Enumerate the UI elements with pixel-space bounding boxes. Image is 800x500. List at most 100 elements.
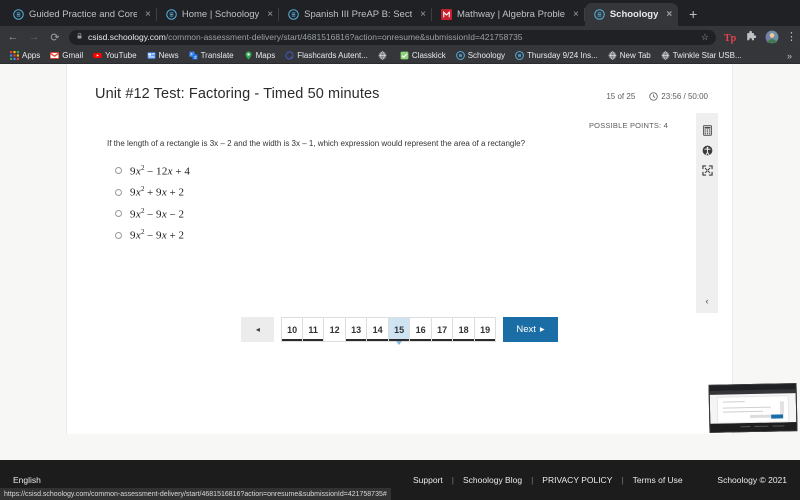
bookmark-schoology[interactable]: Schoology xyxy=(451,51,510,60)
bookmark-label: Classkick xyxy=(411,51,446,60)
bookmark-label: Schoology xyxy=(467,51,506,60)
pagination-page-10[interactable]: 10 xyxy=(281,317,303,342)
assessment-timer: 23:56 / 50:00 xyxy=(649,92,708,101)
schoology-icon xyxy=(166,9,177,20)
tp-extension-icon[interactable]: Tp xyxy=(723,30,737,44)
gmail-icon xyxy=(49,51,60,60)
bookmark-twinkle-star-usb[interactable]: Twinkle Star USB... xyxy=(656,51,747,60)
tab-close-icon[interactable]: × xyxy=(420,9,426,20)
bookmark-thursday-ins[interactable]: Thursday 9/24 Ins... xyxy=(510,51,603,60)
classkick-icon xyxy=(400,51,409,60)
tab-close-icon[interactable]: × xyxy=(267,9,273,20)
pagination-page-14[interactable]: 14 xyxy=(367,317,389,342)
bookmark-translate[interactable]: A文 Translate xyxy=(184,51,239,60)
bookmark-label: Gmail xyxy=(62,51,84,60)
bookmarks-overflow-icon[interactable]: » xyxy=(787,51,795,61)
globe-icon xyxy=(378,51,387,60)
bookmark-label: YouTube xyxy=(105,51,137,60)
timer-text: 23:56 / 50:00 xyxy=(661,92,708,101)
pagination-page-13[interactable]: 13 xyxy=(345,317,368,342)
radio-button[interactable] xyxy=(115,210,122,218)
bookmark-apps[interactable]: Apps xyxy=(5,51,45,60)
back-icon[interactable]: ← xyxy=(6,30,20,44)
footer-link-privacy[interactable]: PRIVACY POLICY xyxy=(542,475,612,485)
news-icon xyxy=(147,51,156,60)
bookmark-star-icon[interactable]: ☆ xyxy=(697,32,709,43)
question-progress: 15 of 25 xyxy=(606,92,636,101)
next-question-button[interactable]: Next ▸ xyxy=(503,317,558,342)
radio-button[interactable] xyxy=(115,188,122,196)
browser-tab-2[interactable]: Spanish III PreAP B: Section 9 × xyxy=(279,3,432,26)
thumbnail-footer xyxy=(710,422,797,432)
apps-grid-icon xyxy=(10,51,19,60)
chrome-menu-icon[interactable]: ⋮ xyxy=(786,31,797,43)
footer-links: Support | Schoology Blog | PRIVACY POLIC… xyxy=(413,475,683,485)
answer-option-1[interactable]: 9x2 +9x +2 xyxy=(115,182,190,204)
footer-link-terms[interactable]: Terms of Use xyxy=(633,475,683,485)
bookmark-flashcards[interactable]: Flashcards Autent... xyxy=(280,51,373,60)
bookmark-label: Flashcards Autent... xyxy=(297,51,368,60)
pagination-page-17[interactable]: 17 xyxy=(431,317,454,342)
tab-title: Guided Practice and Core Prac xyxy=(29,9,137,20)
collapse-rail-icon[interactable]: ‹ xyxy=(698,296,716,306)
page-viewport: Unit #12 Test: Factoring - Timed 50 minu… xyxy=(0,64,800,500)
bookmark-youtube[interactable]: YouTube xyxy=(88,51,141,60)
pagination-page-19[interactable]: 19 xyxy=(474,317,497,342)
tab-close-icon[interactable]: × xyxy=(666,9,672,20)
answer-option-3[interactable]: 9x2−9x +2 xyxy=(115,225,190,247)
schoology-icon xyxy=(515,51,524,60)
reload-icon[interactable]: ⟳ xyxy=(48,30,62,44)
pagination-page-18[interactable]: 18 xyxy=(453,317,475,342)
bookmarks-bar: Apps Gmail YouTube News A文 Translate Map… xyxy=(0,48,800,64)
url-path: /common-assessment-delivery/start/468151… xyxy=(165,32,523,42)
address-bar[interactable]: csisd.schoology.com/common-assessment-de… xyxy=(69,29,716,45)
extensions-puzzle-icon[interactable] xyxy=(744,30,758,44)
accessibility-icon[interactable] xyxy=(698,140,716,160)
radio-button[interactable] xyxy=(115,167,122,175)
tab-title: Schoology xyxy=(609,9,659,20)
calculator-icon[interactable] xyxy=(698,120,716,140)
browser-tab-0[interactable]: Guided Practice and Core Prac × xyxy=(4,3,157,26)
answer-option-0[interactable]: 9x2−12x +4 xyxy=(115,160,190,182)
forward-icon[interactable]: → xyxy=(27,30,41,44)
footer-link-blog[interactable]: Schoology Blog xyxy=(463,475,522,485)
url-host: csisd.schoology.com xyxy=(88,32,166,42)
bookmark-classkick[interactable]: Classkick xyxy=(395,51,451,60)
pagination-prev-button[interactable]: ◂ xyxy=(241,317,275,342)
youtube-icon xyxy=(93,51,102,60)
footer-separator: | xyxy=(621,475,624,485)
fullscreen-icon[interactable] xyxy=(698,160,716,180)
tab-close-icon[interactable]: × xyxy=(573,9,579,20)
bookmark-new-tab[interactable]: New Tab xyxy=(603,51,656,60)
pagination-page-12[interactable]: 12 xyxy=(324,317,346,342)
new-tab-button[interactable]: + xyxy=(682,3,704,25)
question-pagination: ◂ 10 11 12 13 14 15 16 17 18 19 Next ▸ xyxy=(67,317,732,345)
bookmark-label: Maps xyxy=(255,51,276,60)
globe-icon xyxy=(608,51,617,60)
browser-window: Guided Practice and Core Prac × Home | S… xyxy=(0,0,800,500)
footer-link-support[interactable]: Support xyxy=(413,475,443,485)
tab-close-icon[interactable]: × xyxy=(145,9,151,20)
browser-tab-4-active[interactable]: Schoology × xyxy=(584,3,679,26)
language-selector[interactable]: English xyxy=(13,475,41,485)
answer-option-label: 9x2 +9x +2 xyxy=(130,185,185,200)
screen-share-thumbnail[interactable] xyxy=(708,383,798,433)
globe-icon xyxy=(661,51,670,60)
pagination-page-11[interactable]: 11 xyxy=(302,317,325,342)
browser-tab-1[interactable]: Home | Schoology × xyxy=(157,3,280,26)
bookmark-news[interactable]: News xyxy=(142,51,184,60)
answer-option-2[interactable]: 9x2−9x −2 xyxy=(115,203,190,225)
url-text: csisd.schoology.com/common-assessment-de… xyxy=(88,32,523,42)
footer-separator: | xyxy=(451,475,454,485)
bookmark-gmail[interactable]: Gmail xyxy=(45,51,88,60)
svg-text:文: 文 xyxy=(193,54,197,59)
browser-tab-3[interactable]: Mathway | Algebra Problem So × xyxy=(432,3,585,26)
bookmark-label: Twinkle Star USB... xyxy=(672,51,742,60)
assessment-meta: 15 of 25 23:56 / 50:00 xyxy=(606,92,708,101)
bookmark-globe-1[interactable] xyxy=(373,51,395,60)
profile-avatar-icon[interactable] xyxy=(765,30,779,44)
bookmark-maps[interactable]: Maps xyxy=(239,51,281,60)
pagination-page-15-current[interactable]: 15 xyxy=(388,317,411,345)
pagination-page-16[interactable]: 16 xyxy=(410,317,432,342)
radio-button[interactable] xyxy=(115,231,122,239)
